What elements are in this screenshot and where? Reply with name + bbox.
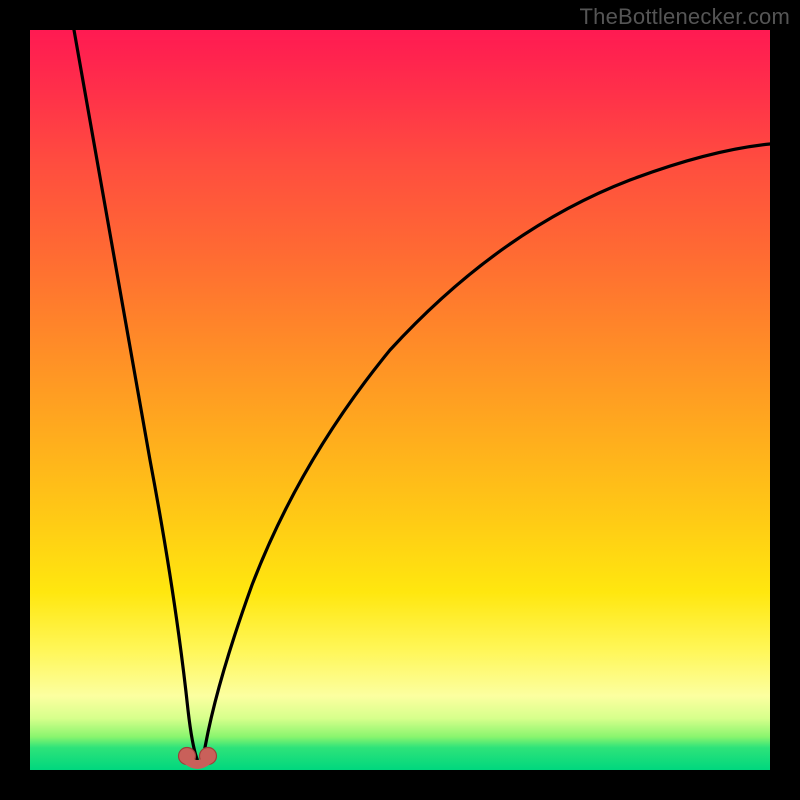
- attribution-text: TheBottlenecker.com: [580, 4, 790, 30]
- chart-frame: TheBottlenecker.com: [0, 0, 800, 800]
- bottleneck-curve: [30, 30, 770, 770]
- curve-left-branch: [74, 30, 197, 759]
- marker-bridge: [187, 760, 208, 765]
- curve-right-branch: [203, 144, 770, 759]
